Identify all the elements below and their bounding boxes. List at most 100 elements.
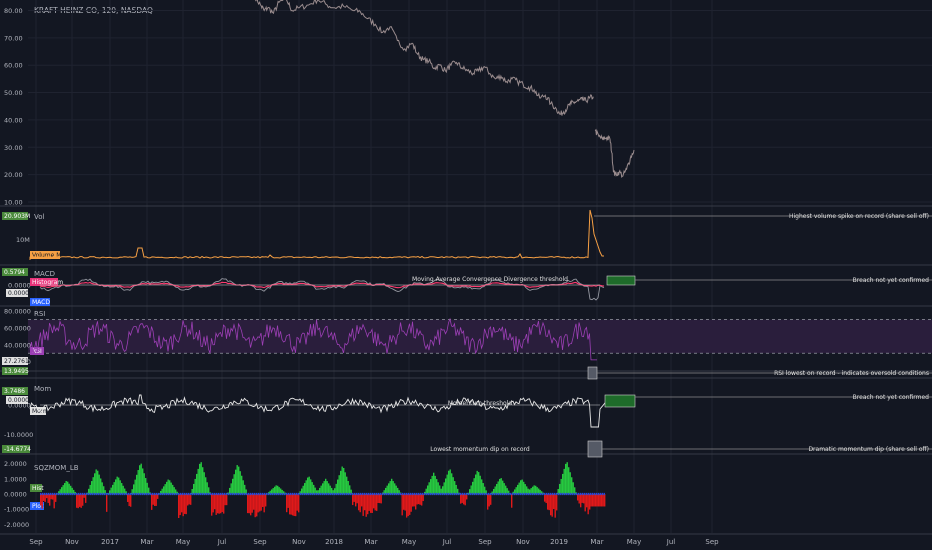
sqzmom-bar bbox=[307, 477, 309, 495]
sqzmom-bar bbox=[200, 462, 202, 495]
sqzmom-bar bbox=[196, 473, 198, 495]
sqzmom-bar bbox=[482, 483, 484, 495]
sqzmom-bar bbox=[68, 483, 70, 495]
sqzmom-bar bbox=[362, 494, 364, 516]
x-tick-label: Mar bbox=[364, 538, 377, 546]
sqzmom-bar bbox=[164, 484, 166, 495]
sqzmom-bar bbox=[452, 477, 454, 495]
sqzmom-bar bbox=[364, 494, 366, 511]
sqzmom-bar bbox=[260, 494, 262, 511]
momentum-breach-box bbox=[604, 394, 636, 408]
sqzmom-bar bbox=[115, 479, 117, 495]
sqzmom-bar bbox=[550, 494, 552, 516]
sqzmom-bar bbox=[599, 494, 601, 507]
sqzmom-bar bbox=[100, 478, 102, 495]
price-tick-label: 60.00 bbox=[4, 62, 23, 70]
sqzmom-bar bbox=[223, 494, 225, 514]
sqzmom-bar bbox=[352, 494, 354, 506]
sqzmom-bar bbox=[479, 475, 481, 495]
sqzmom-bar bbox=[388, 483, 390, 495]
sqzmom-bar bbox=[82, 494, 84, 506]
sqzmom-bar bbox=[241, 475, 243, 495]
sqzmom-bar bbox=[322, 483, 324, 495]
sqzmom-bar bbox=[214, 494, 216, 510]
sqzmom-bar bbox=[247, 494, 249, 514]
sqzmom-bar bbox=[565, 463, 567, 495]
momentum-series-tag: Mom bbox=[32, 408, 47, 415]
sqzmom-bar bbox=[92, 477, 94, 495]
sqzmom-bar bbox=[377, 494, 379, 503]
momentum-breach-annotation: Breach not yet confirmed bbox=[853, 394, 930, 401]
x-tick-label: Nov bbox=[65, 538, 79, 546]
macd-value-tag: 0.5794 bbox=[4, 269, 25, 276]
sqzmom-bar bbox=[218, 494, 220, 514]
sqzmom-tick-label: 1.0000 bbox=[4, 475, 27, 483]
momentum-zero-tag: 0.0000 bbox=[8, 397, 29, 404]
sqzmom-hist-tag: Hist bbox=[32, 485, 44, 492]
macd-tick-label: 0.0000 bbox=[8, 282, 31, 290]
sqzmom-bar bbox=[560, 478, 562, 495]
sqzmom-bar bbox=[376, 494, 378, 511]
sqzmom-bar bbox=[454, 481, 456, 495]
momentum-low-tag: -14.6774 bbox=[4, 446, 31, 453]
sqzmom-bar bbox=[101, 482, 103, 495]
sqzmom-bar bbox=[481, 479, 483, 495]
sqzmom-bar bbox=[310, 479, 312, 495]
sqzmom-bar bbox=[418, 494, 420, 505]
sqzmom-bar bbox=[257, 494, 259, 513]
sqzmom-bar bbox=[353, 494, 355, 502]
sqzmom-bar bbox=[584, 494, 586, 512]
rsi-low-tag: 13.9495 bbox=[4, 368, 29, 375]
price-tick-label: 40.00 bbox=[4, 116, 23, 124]
x-tick-label: 2018 bbox=[325, 538, 343, 546]
sqzmom-bar bbox=[410, 494, 412, 512]
sqzmom-bar bbox=[248, 494, 250, 514]
rsi-tick-label: 60.0000 bbox=[4, 325, 31, 333]
sqzmom-bar bbox=[121, 483, 123, 495]
sqzmom-bar bbox=[136, 474, 138, 495]
sqzmom-bar bbox=[451, 473, 453, 495]
sqzmom-bar bbox=[518, 482, 520, 495]
sqzmom-bar bbox=[224, 494, 226, 506]
sqzmom-bar bbox=[428, 482, 430, 495]
volume-tick-label: 10M bbox=[16, 236, 30, 244]
sqzmom-bar bbox=[40, 494, 42, 506]
sqzmom-bar bbox=[571, 477, 573, 495]
sqzmom-bar bbox=[461, 494, 463, 503]
sqzmom-bar bbox=[67, 481, 69, 495]
sqzmom-bar bbox=[325, 478, 327, 495]
price-tick-label: 20.00 bbox=[4, 171, 23, 179]
sqzmom-bar bbox=[65, 480, 67, 495]
sqzmom-bar bbox=[415, 494, 417, 510]
sqzmom-bar bbox=[76, 494, 78, 508]
sqzmom-bar bbox=[298, 494, 300, 513]
sqzmom-bar bbox=[568, 467, 570, 495]
sqzmom-bar bbox=[367, 494, 369, 515]
sqzmom-bar bbox=[548, 494, 550, 511]
volume-value-tag: 20.903M bbox=[4, 213, 30, 220]
sqzmom-bar bbox=[587, 494, 589, 515]
price-tick-label: 80.00 bbox=[4, 7, 23, 15]
sqzmom-bar bbox=[407, 494, 409, 517]
sqzmom-bar bbox=[578, 494, 580, 504]
sqzmom-bar bbox=[119, 480, 121, 495]
sqzmom-bar bbox=[547, 494, 549, 510]
rsi-value-tag: 27.2761 bbox=[4, 358, 29, 365]
sqzmom-bar bbox=[449, 469, 451, 495]
sqzmom-bar bbox=[118, 477, 120, 495]
sqzmom-bar bbox=[323, 481, 325, 495]
sqzmom-bar bbox=[143, 473, 145, 495]
sqzmom-bar bbox=[472, 481, 474, 495]
sqzmom-bar bbox=[487, 494, 489, 510]
sqzmom-bar bbox=[436, 479, 438, 495]
x-tick-label: Nov bbox=[516, 538, 530, 546]
sqzmom-bar bbox=[437, 482, 439, 495]
sqzmom-bar bbox=[91, 481, 93, 495]
volume-label: Vol bbox=[34, 213, 45, 221]
momentum-tick-label: -10.0000 bbox=[4, 431, 33, 439]
sqzmom-bar bbox=[392, 481, 394, 495]
sqzmom-bar bbox=[344, 472, 346, 495]
sqzmom-bar bbox=[151, 494, 153, 510]
sqzmom-bar bbox=[259, 494, 261, 512]
sqzmom-bar bbox=[206, 482, 208, 495]
